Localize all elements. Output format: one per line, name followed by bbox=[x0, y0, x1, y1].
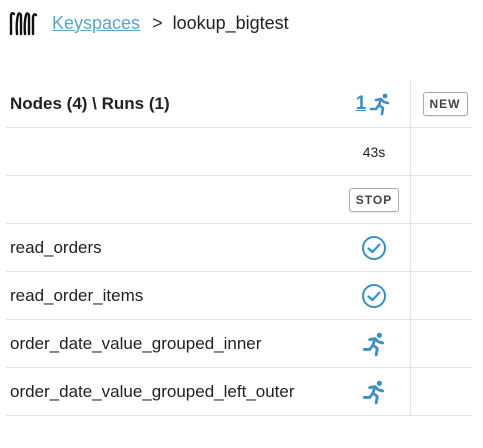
check-circle-icon[interactable] bbox=[361, 283, 387, 309]
run-count[interactable]: 1 bbox=[356, 93, 367, 115]
breadcrumb: Keyspaces > lookup_bigtest bbox=[8, 8, 289, 38]
column-divider bbox=[410, 128, 411, 175]
node-row: read_order_items bbox=[6, 272, 472, 320]
node-name[interactable]: order_date_value_grouped_left_outer bbox=[10, 368, 295, 415]
breadcrumb-current: lookup_bigtest bbox=[172, 12, 289, 33]
node-name[interactable]: order_date_value_grouped_inner bbox=[10, 320, 261, 367]
run-duration: 43s bbox=[362, 143, 386, 160]
column-divider bbox=[410, 272, 411, 319]
node-row: order_date_value_grouped_left_outer bbox=[6, 368, 472, 416]
column-divider bbox=[410, 176, 411, 223]
new-column-header: NEW bbox=[418, 80, 472, 127]
run-duration-cell: 43s bbox=[342, 128, 406, 175]
grid-header-label: Nodes (4) \ Runs (1) bbox=[10, 94, 170, 113]
node-status-cell bbox=[342, 224, 406, 271]
column-divider bbox=[410, 368, 411, 415]
check-circle-icon[interactable] bbox=[361, 235, 387, 261]
node-name[interactable]: read_orders bbox=[10, 224, 102, 271]
node-status-cell bbox=[342, 320, 406, 367]
grid-header-row: Nodes (4) \ Runs (1) 1 NEW bbox=[6, 80, 472, 128]
node-name[interactable]: read_order_items bbox=[10, 272, 143, 319]
running-icon[interactable] bbox=[361, 331, 387, 357]
run-link[interactable]: 1 bbox=[356, 92, 393, 116]
column-divider bbox=[410, 320, 411, 367]
run-controls-row: STOP bbox=[6, 176, 472, 224]
stop-run-button[interactable]: STOP bbox=[348, 187, 400, 212]
runs-grid: Nodes (4) \ Runs (1) 1 NEW 43s STOP read… bbox=[6, 80, 472, 416]
node-row: read_orders bbox=[6, 224, 472, 272]
node-row: order_date_value_grouped_inner bbox=[6, 320, 472, 368]
node-status-cell bbox=[342, 368, 406, 415]
run-column-header: 1 bbox=[342, 80, 406, 127]
app-logo-icon[interactable] bbox=[8, 9, 38, 37]
run-controls-cell: STOP bbox=[342, 176, 406, 223]
running-icon bbox=[368, 92, 392, 116]
running-icon[interactable] bbox=[361, 379, 387, 405]
new-run-button[interactable]: NEW bbox=[422, 91, 468, 116]
node-status-cell bbox=[342, 272, 406, 319]
breadcrumb-separator: > bbox=[152, 12, 163, 33]
run-duration-row: 43s bbox=[6, 128, 472, 176]
column-divider bbox=[410, 80, 411, 127]
breadcrumb-keyspaces-link[interactable]: Keyspaces bbox=[52, 13, 140, 34]
column-divider bbox=[410, 224, 411, 271]
